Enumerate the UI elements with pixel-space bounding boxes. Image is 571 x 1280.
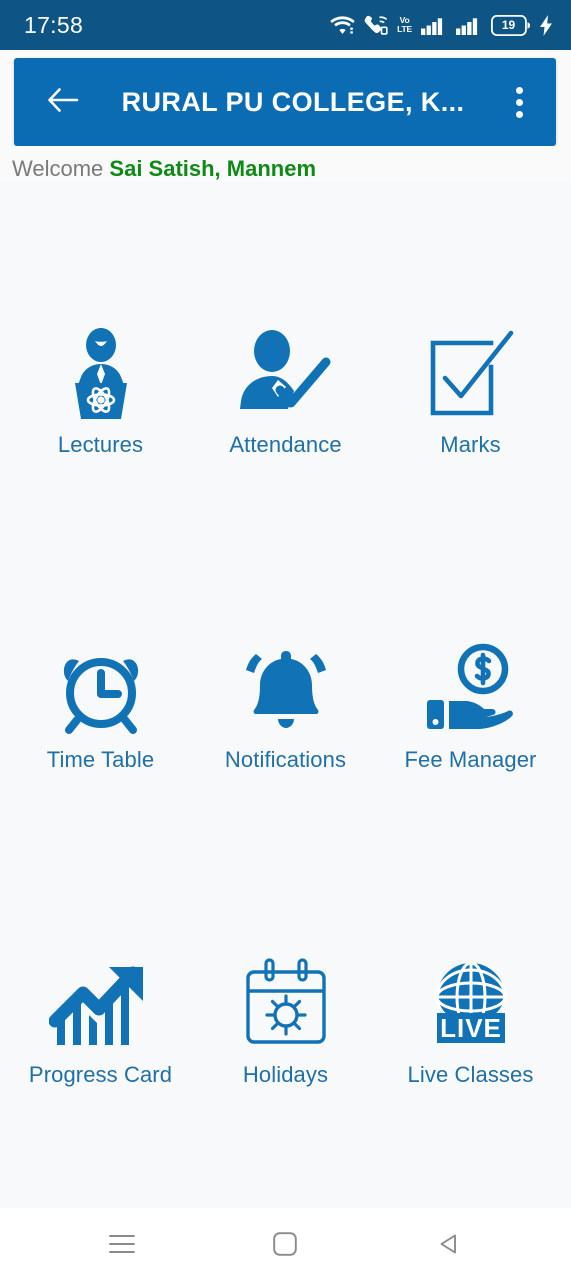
menu-tile-lectures[interactable]: Lectures <box>15 324 187 458</box>
welcome-banner: Welcome Sai Satish, Mannem <box>0 146 571 182</box>
app-bar: RURAL PU COLLEGE, K... <box>14 58 556 146</box>
more-vertical-icon <box>515 86 523 94</box>
signal-bars-sim2-icon <box>456 15 482 35</box>
android-nav-bar <box>0 1208 571 1280</box>
welcome-label: Welcome <box>12 156 110 181</box>
menu-tile-fee-manager[interactable]: Fee Manager <box>385 639 557 773</box>
charging-bolt-icon <box>540 14 553 36</box>
hand-coin-icon <box>421 639 521 739</box>
page-title: RURAL PU COLLEGE, K... <box>121 86 465 117</box>
person-check-icon <box>238 324 334 424</box>
menu-tile-label: Progress Card <box>28 1061 173 1087</box>
menu-grid: Lectures Attendance Marks Time Table Not… <box>0 182 571 1208</box>
menu-tile-holidays[interactable]: Holidays <box>200 954 372 1088</box>
back-button[interactable] <box>42 81 84 123</box>
growth-chart-icon <box>48 954 153 1054</box>
menu-tile-progress-card[interactable]: Progress Card <box>15 954 187 1088</box>
nav-home-button[interactable] <box>255 1218 315 1270</box>
svg-text:LIVE: LIVE <box>440 1013 502 1043</box>
menu-tile-label: Time Table <box>46 746 155 772</box>
menu-tile-label: Fee Manager <box>404 746 537 772</box>
menu-lines-icon <box>108 1233 135 1255</box>
menu-tile-live-classes[interactable]: LIVE Live Classes <box>385 954 557 1088</box>
status-bar: 17:58 Vo LTE 19 <box>0 0 571 50</box>
more-vertical-icon-dot-2 <box>515 98 523 106</box>
welcome-user-name: Sai Satish, Mannem <box>109 156 317 181</box>
menu-tile-label: Marks <box>440 432 501 458</box>
battery-level-text: 19 <box>501 18 516 32</box>
globe-live-icon: LIVE <box>425 954 517 1054</box>
alarm-clock-icon <box>55 639 147 739</box>
menu-tile-label: Attendance <box>229 432 342 458</box>
menu-tile-label: Lectures <box>57 432 144 458</box>
status-clock: 17:58 <box>24 11 84 38</box>
menu-grid-row-3: Progress Card Holidays LIVE Live Classes <box>8 954 563 1088</box>
menu-grid-row-2: Time Table Notifications Fee Manager <box>8 639 563 773</box>
checkbox-tick-icon <box>425 324 517 424</box>
wifi-icon <box>330 15 355 35</box>
rounded-square-icon <box>273 1232 298 1256</box>
calendar-sun-icon <box>241 954 331 1054</box>
menu-tile-marks[interactable]: Marks <box>385 324 557 458</box>
volte-line-2: LTE <box>397 24 412 34</box>
nav-recents-button[interactable] <box>92 1218 152 1270</box>
arrow-left-icon <box>46 86 80 119</box>
app-bar-container: RURAL PU COLLEGE, K... <box>0 50 571 146</box>
menu-tile-attendance[interactable]: Attendance <box>200 324 372 458</box>
signal-bars-sim1-icon <box>421 15 447 35</box>
status-icon-tray: Vo LTE 19 <box>330 14 553 36</box>
triangle-back-icon <box>437 1232 461 1256</box>
menu-tile-label: Notifications <box>224 746 347 772</box>
menu-tile-label: Live Classes <box>407 1061 534 1087</box>
battery-icon: 19 <box>491 14 531 36</box>
bell-icon <box>238 639 334 739</box>
lecturer-podium-icon <box>57 324 145 424</box>
volte-icon: Vo LTE <box>397 16 412 34</box>
nav-back-button[interactable] <box>419 1218 479 1270</box>
menu-grid-row-1: Lectures Attendance Marks <box>8 324 563 458</box>
more-vertical-icon-dot-3 <box>515 110 523 118</box>
menu-tile-notifications[interactable]: Notifications <box>200 639 372 773</box>
call-wifi-icon <box>364 15 388 36</box>
menu-tile-label: Holidays <box>242 1061 329 1087</box>
phone-screen: 17:58 Vo LTE 19 RURAL PU COLLEGE, K... W… <box>0 0 571 1280</box>
menu-tile-time-table[interactable]: Time Table <box>15 639 187 773</box>
overflow-menu-button[interactable] <box>502 80 536 124</box>
